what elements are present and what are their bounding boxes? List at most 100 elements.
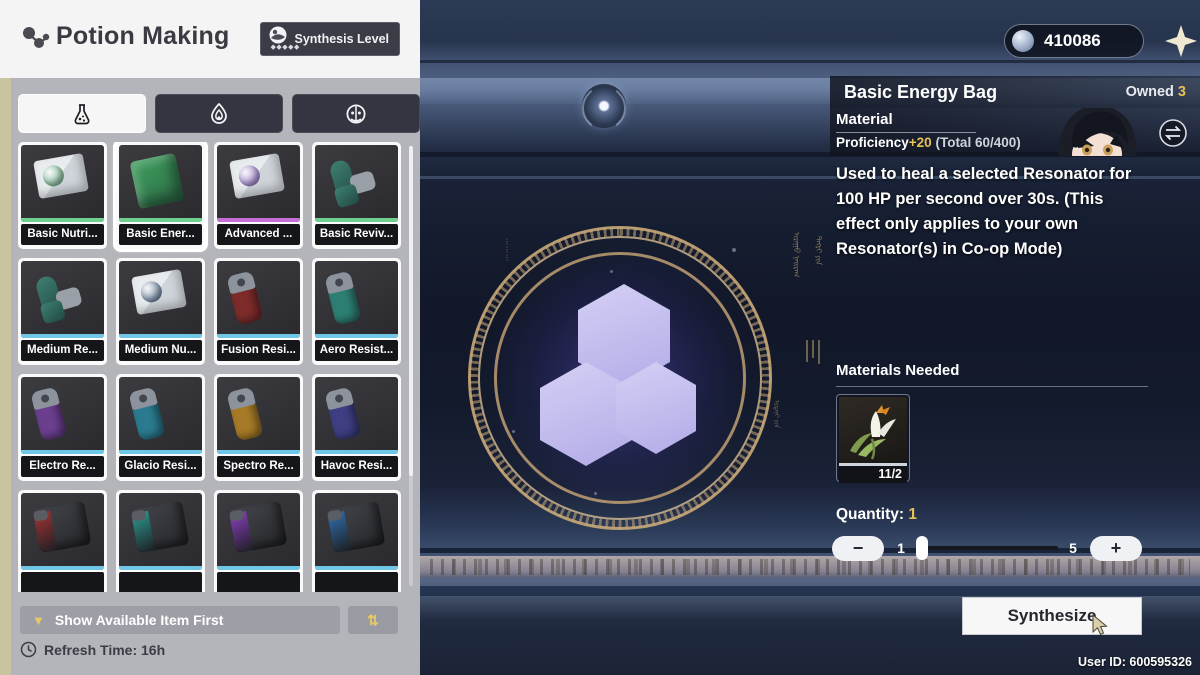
item-name: Basic Energy Bag — [844, 82, 997, 103]
grid-item-10[interactable]: Spectro Re... — [214, 374, 303, 481]
rarity-bar — [21, 450, 104, 454]
item-art — [324, 151, 385, 211]
slider-track[interactable] — [916, 546, 1058, 550]
item-grid[interactable]: Basic Nutri...Basic Ener...Advanced ... B… — [18, 142, 404, 592]
orb-icon: ◆◆◆◆◆ — [267, 25, 289, 53]
grid-item-13[interactable] — [116, 490, 205, 592]
grid-item-8[interactable]: Electro Re... — [18, 374, 107, 481]
item-art — [226, 270, 263, 325]
machine-lens-icon — [582, 84, 626, 128]
accent-strip-lower — [0, 78, 11, 675]
resonator-portrait — [1050, 108, 1146, 156]
rarity-bar — [21, 334, 104, 338]
grid-item-5[interactable]: Medium Nu... — [116, 258, 205, 365]
rarity-bar — [217, 566, 300, 570]
owned-value: 3 — [1178, 84, 1186, 100]
item-thumbnail — [119, 493, 202, 570]
scrollbar-thumb[interactable] — [409, 146, 413, 476]
rarity-bar — [119, 566, 202, 570]
mouse-cursor — [1092, 614, 1110, 636]
clock-icon — [20, 641, 37, 658]
item-art — [30, 267, 91, 327]
quantity-max-label: 5 — [1064, 540, 1082, 556]
grid-item-7[interactable]: Aero Resist... — [312, 258, 401, 365]
item-art — [326, 500, 385, 552]
tab-potions[interactable] — [18, 94, 146, 133]
refresh-time: Refresh Time: 16h — [20, 641, 165, 658]
item-thumbnail — [21, 145, 104, 222]
item-thumbnail — [315, 261, 398, 338]
rarity-bar — [217, 218, 300, 222]
item-thumbnail — [217, 261, 300, 338]
grid-item-4[interactable]: Medium Re... — [18, 258, 107, 365]
rarity-bar — [119, 334, 202, 338]
tab-emblem[interactable] — [292, 94, 420, 133]
quantity-plus-button[interactable]: + — [1090, 536, 1142, 561]
item-art — [324, 270, 361, 325]
synthesis-level-badge[interactable]: ◆◆◆◆◆ Synthesis Level — [260, 22, 401, 56]
item-art — [30, 386, 67, 441]
synthesize-button[interactable]: Synthesize — [962, 597, 1142, 635]
item-label: Basic Reviv... — [315, 224, 398, 245]
item-label: Aero Resist... — [315, 340, 398, 361]
rarity-bar — [119, 450, 202, 454]
item-art — [128, 386, 165, 441]
slider-knob[interactable] — [916, 536, 928, 560]
chevron-down-icon: ▼ — [32, 614, 45, 627]
item-art — [129, 152, 184, 209]
item-thumbnail — [21, 261, 104, 338]
grid-item-15[interactable] — [312, 490, 401, 592]
item-art — [131, 268, 187, 314]
item-list-panel: Potion Making ◆◆◆◆◆ Synthesis Level — [0, 0, 420, 675]
user-id-label: User ID: 600595326 — [1078, 655, 1192, 669]
grid-item-3[interactable]: Basic Reviv... — [312, 142, 401, 249]
grid-item-6[interactable]: Fusion Resi... — [214, 258, 303, 365]
proficiency-line: Proficiency+20 (Total 60/400) — [836, 135, 1021, 150]
quantity-slider[interactable]: 1 5 — [892, 536, 1082, 561]
grid-item-11[interactable]: Havoc Resi... — [312, 374, 401, 481]
swap-icon[interactable] — [1158, 118, 1188, 148]
panel-header: Potion Making ◆◆◆◆◆ Synthesis Level — [0, 0, 420, 78]
list-controls: ▼ Show Available Item First ⇅ — [20, 606, 398, 634]
material-count: 11/2 — [839, 466, 907, 483]
currency-display[interactable]: 410086 — [1004, 24, 1144, 58]
quantity-minus-button[interactable]: − — [832, 536, 884, 561]
item-thumbnail — [119, 145, 202, 222]
tab-flame[interactable] — [155, 94, 283, 133]
item-thumbnail — [315, 377, 398, 454]
quantity-label: Quantity: 1 — [836, 506, 917, 524]
close-star-icon[interactable] — [1162, 22, 1200, 60]
rarity-bar — [315, 450, 398, 454]
item-thumbnail — [217, 145, 300, 222]
potion-making-screen: ᠎ᠢᠷᠠᠭᠤ ᠨᠠᠢᠷᠠᠭ ᠲᠡᠭᠷᠢ ᠶᠢᠨ ⋯⋯⋯ ᠡᠷᠳᠡᠨᠢ ᠶᠢᠨ — [0, 0, 1200, 675]
material-slot[interactable]: 11/2 — [836, 394, 910, 482]
item-grid-scrollbar[interactable] — [409, 146, 413, 586]
grid-item-14[interactable] — [214, 490, 303, 592]
item-label — [315, 572, 398, 592]
grid-item-1[interactable]: Basic Ener... — [116, 142, 205, 249]
item-type-label: Material — [836, 111, 893, 128]
item-thumbnail — [315, 493, 398, 570]
materials-divider — [836, 386, 1148, 387]
item-thumbnail — [217, 493, 300, 570]
quantity-label-text: Quantity: — [836, 506, 904, 523]
category-tabs — [18, 94, 420, 133]
show-available-first-button[interactable]: ▼ Show Available Item First — [20, 606, 340, 634]
detail-panel: 410086 Basic Energy Bag Owned3 — [830, 0, 1200, 675]
item-label: Havoc Resi... — [315, 456, 398, 477]
sort-order-button[interactable]: ⇅ — [348, 606, 398, 634]
item-art — [226, 386, 263, 441]
item-label: Fusion Resi... — [217, 340, 300, 361]
item-art — [229, 152, 285, 198]
grid-item-12[interactable] — [18, 490, 107, 592]
rarity-bar — [21, 566, 104, 570]
proficiency-gain: +20 — [909, 135, 932, 150]
quantity-controls: − 1 5 + — [832, 535, 1142, 561]
owned-label: Owned — [1126, 84, 1174, 100]
grid-item-9[interactable]: Glacio Resi... — [116, 374, 205, 481]
grid-item-2[interactable]: Advanced ... — [214, 142, 303, 249]
top-bar: 410086 — [1004, 22, 1200, 60]
item-label: Glacio Resi... — [119, 456, 202, 477]
quantity-value: 1 — [908, 506, 917, 523]
grid-item-0[interactable]: Basic Nutri... — [18, 142, 107, 249]
